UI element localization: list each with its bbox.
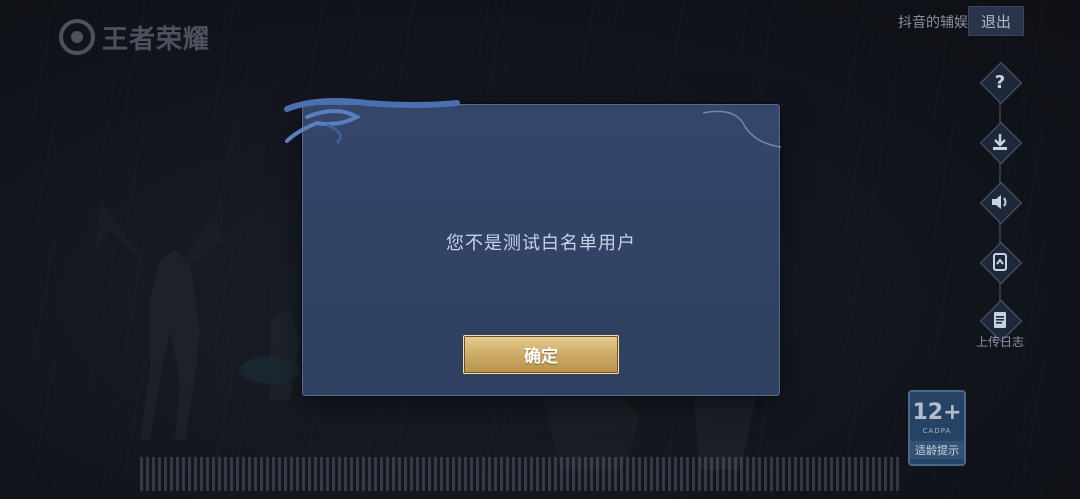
confirm-button[interactable]: 确定: [463, 335, 619, 374]
logout-button[interactable]: 退出: [968, 6, 1024, 36]
download-icon: [993, 134, 1007, 150]
age-rating-number: 12+: [912, 400, 962, 425]
repair-icon: [993, 253, 1007, 271]
download-button[interactable]: [979, 121, 1023, 165]
upload-log-label: 上传日志: [975, 335, 1024, 349]
svg-text:?: ?: [995, 72, 1005, 93]
age-rating-tip: 适龄提示: [910, 441, 964, 459]
age-rating-org: CADPA: [922, 427, 952, 435]
alert-dialog: 您不是测试白名单用户 确定: [284, 98, 782, 396]
log-icon: [994, 312, 1006, 328]
repair-button[interactable]: [979, 241, 1023, 285]
game-logo: 王者荣耀: [58, 18, 210, 56]
help-button[interactable]: ?: [979, 61, 1023, 105]
footer-legal-text: [140, 457, 900, 491]
help-icon: ?: [995, 72, 1005, 93]
logo-text: 王者荣耀: [102, 24, 211, 55]
dialog-message: 您不是测试白名单用户: [446, 233, 636, 254]
age-rating-badge[interactable]: 12+ CADPA 适龄提示: [908, 390, 966, 466]
dialog-corner-ornament: [284, 98, 460, 145]
account-name: 抖音的辅娱: [898, 15, 968, 31]
sound-button[interactable]: [979, 181, 1023, 225]
logo-emblem-icon: [59, 19, 95, 55]
dialog-corner-ornament-right: [703, 110, 782, 148]
sound-icon: [992, 195, 1007, 209]
